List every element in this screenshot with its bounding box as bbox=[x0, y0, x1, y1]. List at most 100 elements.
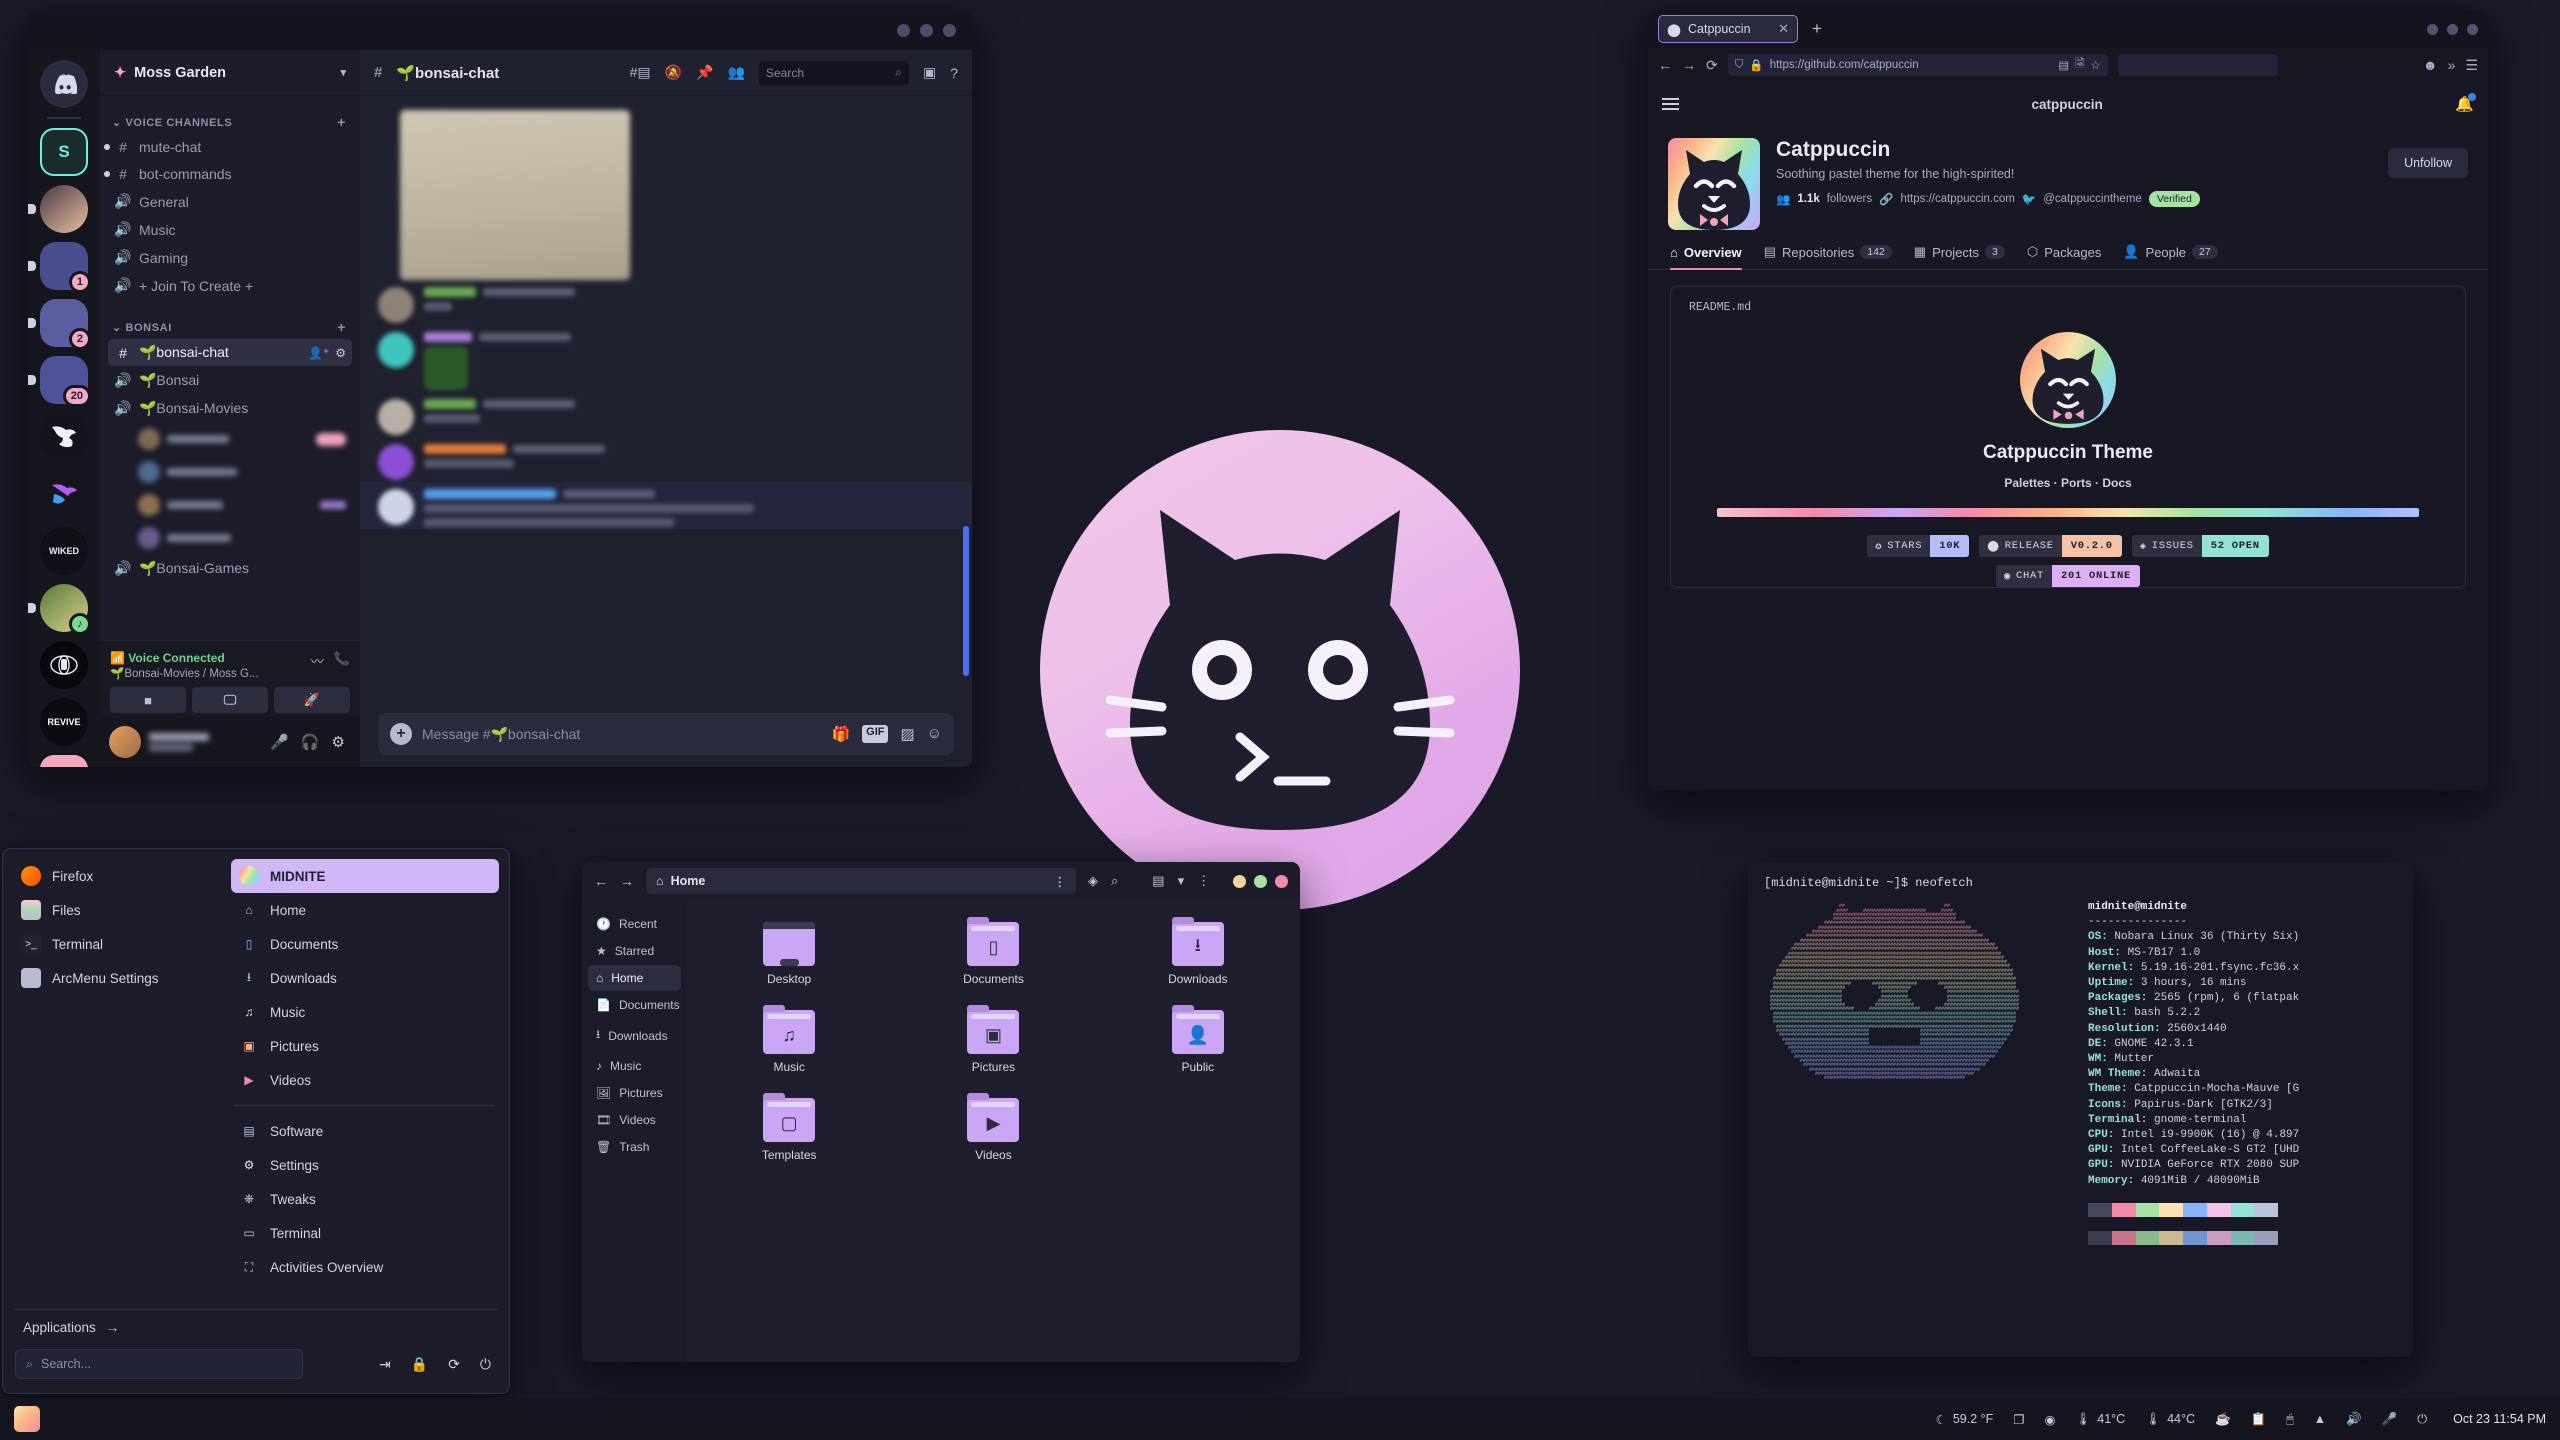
user-entry[interactable]: MIDNITE bbox=[231, 859, 499, 893]
app-firefox[interactable]: Firefox bbox=[13, 859, 223, 893]
tab-packages[interactable]: ⬡ Packages bbox=[2027, 244, 2101, 269]
unfollow-button[interactable]: Unfollow bbox=[2388, 148, 2468, 178]
badge-stars[interactable]: ✪ STARS 10K bbox=[1867, 535, 1970, 557]
firefox-search-bar[interactable] bbox=[2117, 54, 2278, 76]
forward-arrow-icon[interactable]: → bbox=[1682, 57, 1696, 73]
avatar[interactable] bbox=[109, 726, 141, 758]
channel-bonsai-voice[interactable]: 🔊 🌱Bonsai bbox=[108, 367, 352, 394]
address-bar[interactable]: ⛉ 🔒 https://github.com/catppuccin ▤ 🗟 ☆ bbox=[1727, 54, 2108, 76]
close-button[interactable] bbox=[2467, 23, 2478, 35]
avatar[interactable] bbox=[378, 287, 414, 323]
system-software[interactable]: ▤ Software bbox=[231, 1114, 499, 1148]
maximize-button[interactable] bbox=[920, 24, 933, 37]
member-row-hazy[interactable] bbox=[108, 522, 352, 554]
channel-bonsai-games[interactable]: 🔊 🌱Bonsai-Games bbox=[108, 555, 352, 582]
server-icon-blue-group[interactable]: 1 bbox=[28, 242, 91, 293]
kebab-menu-icon[interactable]: ⋮ bbox=[1054, 874, 1067, 889]
gear-icon[interactable]: ⚙ bbox=[335, 346, 346, 360]
discord-server-rail[interactable]: S 1 2 20 WIKED ♪ REVIVE bbox=[28, 50, 100, 767]
discord-titlebar[interactable] bbox=[28, 12, 972, 50]
folder-music[interactable]: ♫ Music bbox=[763, 1005, 816, 1098]
maximize-button[interactable] bbox=[2447, 23, 2458, 35]
place-music[interactable]: ♫ Music bbox=[231, 995, 499, 1029]
place-home[interactable]: ⌂ Home bbox=[231, 893, 499, 927]
category-header-voice[interactable]: ⌄ VOICE CHANNELS + bbox=[100, 108, 360, 133]
plus-icon[interactable]: + bbox=[1806, 19, 1828, 39]
add-channel-button[interactable]: + bbox=[337, 319, 346, 335]
mouse-battery-icon[interactable]: 🖱 bbox=[2286, 1412, 2294, 1427]
taskbar[interactable]: ☾ 59.2 °F ❐ ◉ 🌡 41°C 🌡 44°C ☕ 📋 🖱 ▲ 🔊 🎤 ⏻ O… bbox=[0, 1398, 2560, 1440]
shutdown-icon[interactable]: ⏻ bbox=[480, 1356, 491, 1373]
headphones-icon[interactable]: 🎧 bbox=[301, 733, 320, 751]
discord-channel-list[interactable]: ⌄ VOICE CHANNELS + # mute-chat # bot-comma… bbox=[100, 96, 360, 642]
place-videos[interactable]: ▶ Videos bbox=[231, 1063, 499, 1097]
sidebar-item-downloads[interactable]: ⭳ Downloads bbox=[588, 1019, 681, 1052]
place-documents[interactable]: ▯ Documents bbox=[231, 927, 499, 961]
files-view-controls[interactable]: ▤ ▾ ⋮ bbox=[1152, 873, 1210, 889]
message-row[interactable] bbox=[360, 392, 972, 437]
tab-people[interactable]: 👤 People 27 bbox=[2123, 244, 2218, 269]
sidebar-item-documents[interactable]: 📄 Documents bbox=[588, 992, 681, 1018]
folder-public[interactable]: 👤 Public bbox=[1171, 1005, 1224, 1098]
firefox-window[interactable]: ⬤ Catppuccin ✕ + ← → ⟳ ⛉ 🔒 https://githu… bbox=[1648, 10, 2488, 790]
system-tray[interactable]: ☾ 59.2 °F ❐ ◉ 🌡 41°C 🌡 44°C ☕ 📋 🖱 ▲ 🔊 🎤 ⏻ O… bbox=[1936, 1412, 2546, 1427]
tab-overview[interactable]: ⌂ Overview bbox=[1670, 244, 1742, 270]
firefox-navigation-bar[interactable]: ← → ⟳ ⛉ 🔒 https://github.com/catppuccin … bbox=[1648, 48, 2488, 82]
search-icon[interactable]: ⌕ bbox=[1111, 873, 1118, 889]
gear-icon[interactable]: ⚙ bbox=[332, 733, 345, 751]
files-toolbar[interactable]: ◈ ⌕ bbox=[1088, 873, 1118, 889]
avatar[interactable] bbox=[378, 489, 414, 525]
coffee-icon[interactable]: ☕ bbox=[2215, 1412, 2231, 1427]
arcmenu-power-buttons[interactable]: ⇥ 🔒 ⟳ ⏻ bbox=[379, 1356, 497, 1373]
screen-share-icon[interactable]: 🖵 bbox=[192, 687, 268, 713]
system-tweaks[interactable]: ❈ Tweaks bbox=[231, 1182, 499, 1216]
discord-user-panel[interactable]: 🎤 🎧 ⚙ bbox=[100, 717, 360, 767]
bell-off-icon[interactable]: 🔕 bbox=[665, 64, 682, 81]
minimize-button[interactable] bbox=[897, 24, 910, 37]
arcmenu-bottom-bar[interactable]: ⌕ Search... ⇥ 🔒 ⟳ ⏻ bbox=[3, 1343, 509, 1393]
sidebar-item-home[interactable]: ⌂ Home bbox=[588, 965, 681, 991]
tab-projects[interactable]: ▦ Projects 3 bbox=[1914, 244, 2005, 269]
hamburger-menu-icon[interactable]: ☰ bbox=[2465, 57, 2478, 74]
hamburger-menu-icon[interactable] bbox=[1662, 98, 1679, 110]
channel-gaming[interactable]: 🔊 Gaming bbox=[108, 244, 352, 271]
close-button[interactable] bbox=[1275, 874, 1288, 888]
minimize-button[interactable] bbox=[2427, 23, 2438, 35]
pin-icon[interactable]: 📌 bbox=[696, 64, 713, 81]
help-icon[interactable]: ? bbox=[950, 65, 958, 81]
logout-icon[interactable]: ⇥ bbox=[379, 1356, 391, 1373]
translate-icon[interactable]: 🗟 bbox=[2075, 56, 2084, 75]
message-row-mention[interactable] bbox=[360, 482, 972, 529]
inbox-icon[interactable]: ▣ bbox=[923, 64, 936, 81]
gif-icon[interactable]: GIF bbox=[862, 725, 889, 743]
channel-bonsai-movies[interactable]: 🔊 🌱Bonsai-Movies bbox=[108, 395, 352, 422]
workspace-switcher-icon[interactable]: ❐ bbox=[2013, 1412, 2024, 1427]
activity-rocket-icon[interactable]: 🚀 bbox=[274, 687, 350, 713]
sidebar-item-starred[interactable]: ★ Starred bbox=[588, 938, 681, 964]
emoji-icon[interactable]: ☺ bbox=[927, 725, 942, 743]
discord-window[interactable]: S 1 2 20 WIKED ♪ REVIVE ✦ Moss Garden ▾ … bbox=[28, 12, 972, 767]
channel-bonsai-chat[interactable]: # 🌱bonsai-chat 👤⁺ ⚙ bbox=[108, 339, 352, 366]
firefox-window-controls[interactable] bbox=[2427, 23, 2478, 35]
disconnect-call-icon[interactable]: 📞 bbox=[334, 651, 350, 670]
folder-videos[interactable]: ▶ Videos bbox=[967, 1093, 1020, 1186]
place-pictures[interactable]: ▣ Pictures bbox=[231, 1029, 499, 1063]
discord-voice-panel[interactable]: 📶 Voice Connected 🌱Bonsai-Movies / Moss … bbox=[100, 642, 360, 717]
clock[interactable]: Oct 23 11:54 PM bbox=[2453, 1412, 2546, 1426]
account-icon[interactable]: ☻ bbox=[2423, 57, 2438, 73]
maximize-button[interactable] bbox=[1254, 874, 1267, 888]
app-files[interactable]: Files bbox=[13, 893, 223, 927]
wifi-icon[interactable]: ▲ bbox=[2314, 1412, 2326, 1426]
arcmenu-panel[interactable]: Firefox Files >_ Terminal ArcMenu Setting… bbox=[2, 848, 510, 1394]
minimize-button[interactable] bbox=[1233, 874, 1246, 888]
system-terminal[interactable]: ▭ Terminal bbox=[231, 1216, 499, 1250]
channel-bot-commands[interactable]: # bot-commands bbox=[104, 161, 352, 187]
add-channel-button[interactable]: + bbox=[337, 114, 346, 130]
gpu-temp-indicator[interactable]: 🌡 44°C bbox=[2145, 1412, 2195, 1427]
chevron-double-right-icon[interactable]: » bbox=[2448, 57, 2456, 73]
files-window[interactable]: ← → ⌂ Home ⋮ ◈ ⌕ ▤ ▾ ⋮ 🕐 Recent ★ Starred … bbox=[582, 862, 1300, 1362]
place-downloads[interactable]: ⭳ Downloads bbox=[231, 961, 499, 995]
tab-repositories[interactable]: ▤ Repositories 142 bbox=[1764, 244, 1892, 269]
channel-general[interactable]: 🔊 General bbox=[108, 188, 352, 215]
cpu-temp-indicator[interactable]: 🌡 41°C bbox=[2075, 1412, 2125, 1427]
